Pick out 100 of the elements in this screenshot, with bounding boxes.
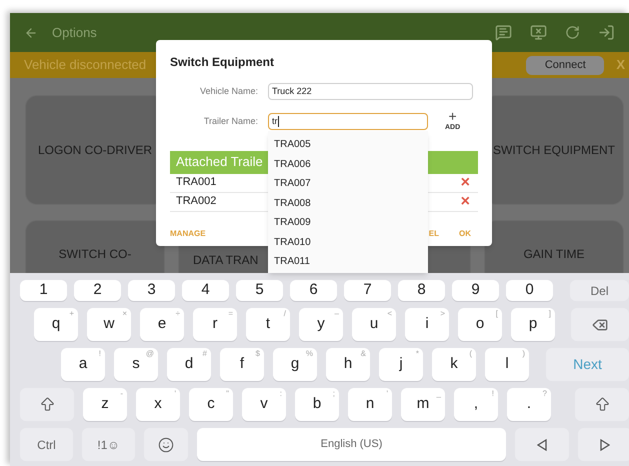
key-hint: ' [174, 389, 176, 398]
key-hint: ' [386, 389, 388, 398]
key[interactable]: q + [34, 308, 78, 341]
trailer-name: TRA001 [176, 175, 216, 190]
field-label: Vehicle Name: [198, 84, 258, 98]
logout-icon[interactable] [598, 24, 615, 41]
key[interactable]: 0 [506, 280, 553, 301]
connect-button[interactable]: Connect [526, 56, 604, 74]
key-hint: ? [542, 389, 547, 398]
key-hint: _ [436, 389, 441, 398]
key[interactable]: p ] [511, 308, 555, 341]
key[interactable]: a ! [61, 348, 105, 381]
key[interactable]: h & [326, 348, 370, 381]
suggestion-item[interactable]: TRA009 [268, 213, 428, 232]
key[interactable]: w × [87, 308, 131, 341]
backspace-icon [592, 316, 608, 332]
key-hint: $ [256, 349, 260, 358]
key[interactable]: 5 [236, 280, 283, 301]
card-label: SWITCH EQUIPMENT [493, 142, 615, 158]
message-icon[interactable] [495, 24, 512, 41]
key[interactable]: n ' [348, 388, 392, 421]
trailer-name: TRA002 [176, 194, 216, 210]
key-hint: # [202, 349, 207, 358]
key[interactable]: k ( [432, 348, 476, 381]
suggestion-item[interactable]: TRA011 [268, 252, 428, 272]
suggestion-item[interactable]: TRA007 [268, 174, 428, 194]
key[interactable]: m _ [401, 388, 445, 421]
key[interactable]: . ? [507, 388, 551, 421]
function-key[interactable]: !1☺ [82, 428, 135, 461]
space-key[interactable]: English (US) [197, 428, 506, 461]
cursor-right-key[interactable] [578, 428, 629, 461]
right-arrow-icon [600, 438, 610, 450]
key[interactable]: 7 [344, 280, 391, 301]
key[interactable]: l ) [485, 348, 529, 381]
key-hint: > [440, 309, 445, 318]
key-hint: ! [98, 349, 101, 358]
smiley-icon [158, 436, 174, 452]
key-hint: < [387, 309, 392, 318]
key[interactable]: 3 [128, 280, 175, 301]
key[interactable]: r = [193, 308, 237, 341]
key[interactable]: t / [246, 308, 290, 341]
key[interactable]: b ; [295, 388, 339, 421]
field-value: Truck 222 [272, 84, 312, 98]
key[interactable]: z - [83, 388, 127, 421]
card-label: DATA TRAN [193, 252, 258, 269]
shift-key[interactable] [20, 388, 74, 421]
key-hint: ÷ [176, 309, 180, 318]
key-hint: [ [496, 309, 498, 318]
key[interactable]: v : [242, 388, 286, 421]
key-hint: : [280, 389, 282, 398]
suggestion-item[interactable]: TRA010 [268, 232, 428, 252]
key[interactable]: e ÷ [140, 308, 184, 341]
cursor-left-key[interactable] [515, 428, 569, 461]
remove-trailer[interactable]: × [460, 174, 470, 190]
key[interactable]: x ' [136, 388, 180, 421]
card-label: LOGON CO-DRIVER [38, 142, 152, 158]
card-label: SWITCH CO- [58, 246, 132, 263]
key[interactable]: g % [273, 348, 317, 381]
left-arrow-icon [537, 438, 547, 450]
key[interactable]: d # [167, 348, 211, 381]
key[interactable]: 4 [182, 280, 229, 301]
key[interactable]: y – [299, 308, 343, 341]
refresh-icon[interactable] [565, 25, 580, 40]
backspace-key[interactable] [571, 308, 629, 341]
key[interactable]: 8 [398, 280, 445, 301]
key[interactable]: c " [189, 388, 233, 421]
key-hint: ] [548, 309, 551, 318]
key-hint: & [360, 349, 366, 358]
key[interactable]: f $ [220, 348, 264, 381]
key[interactable]: o [ [458, 308, 502, 341]
key-hint: - [120, 389, 123, 398]
key-hint: ( [469, 349, 472, 358]
key[interactable]: s @ [114, 348, 158, 381]
key[interactable]: 6 [290, 280, 337, 301]
back-icon[interactable] [24, 26, 38, 40]
field-value: tr [272, 115, 278, 128]
key-hint: ; [332, 389, 335, 398]
key[interactable]: , ! [454, 388, 498, 421]
banner-text: Vehicle disconnected [24, 56, 146, 74]
text-field[interactable]: Truck 222 [268, 83, 473, 100]
emoji-key[interactable] [144, 428, 188, 461]
key[interactable]: 9 [452, 280, 499, 301]
key[interactable]: j * [379, 348, 423, 381]
shift-icon [594, 396, 610, 413]
function-key[interactable]: Del [570, 280, 629, 301]
remove-trailer[interactable]: × [460, 194, 470, 210]
key-hint: = [228, 309, 233, 318]
shift-key[interactable] [575, 388, 629, 421]
key-hint: ) [522, 349, 525, 358]
key[interactable]: 2 [74, 280, 121, 301]
key[interactable]: 1 [20, 280, 67, 301]
suggestion-item[interactable]: TRA008 [268, 194, 428, 213]
text-field[interactable]: tr [268, 113, 428, 130]
key-hint: + [69, 309, 74, 318]
monitor-x-icon[interactable] [530, 24, 547, 41]
suggestion-item[interactable]: TRA006 [268, 154, 428, 174]
key[interactable]: u < [352, 308, 396, 341]
key[interactable]: i > [405, 308, 449, 341]
key-hint: – [334, 309, 339, 318]
function-key[interactable]: Ctrl [20, 428, 73, 461]
